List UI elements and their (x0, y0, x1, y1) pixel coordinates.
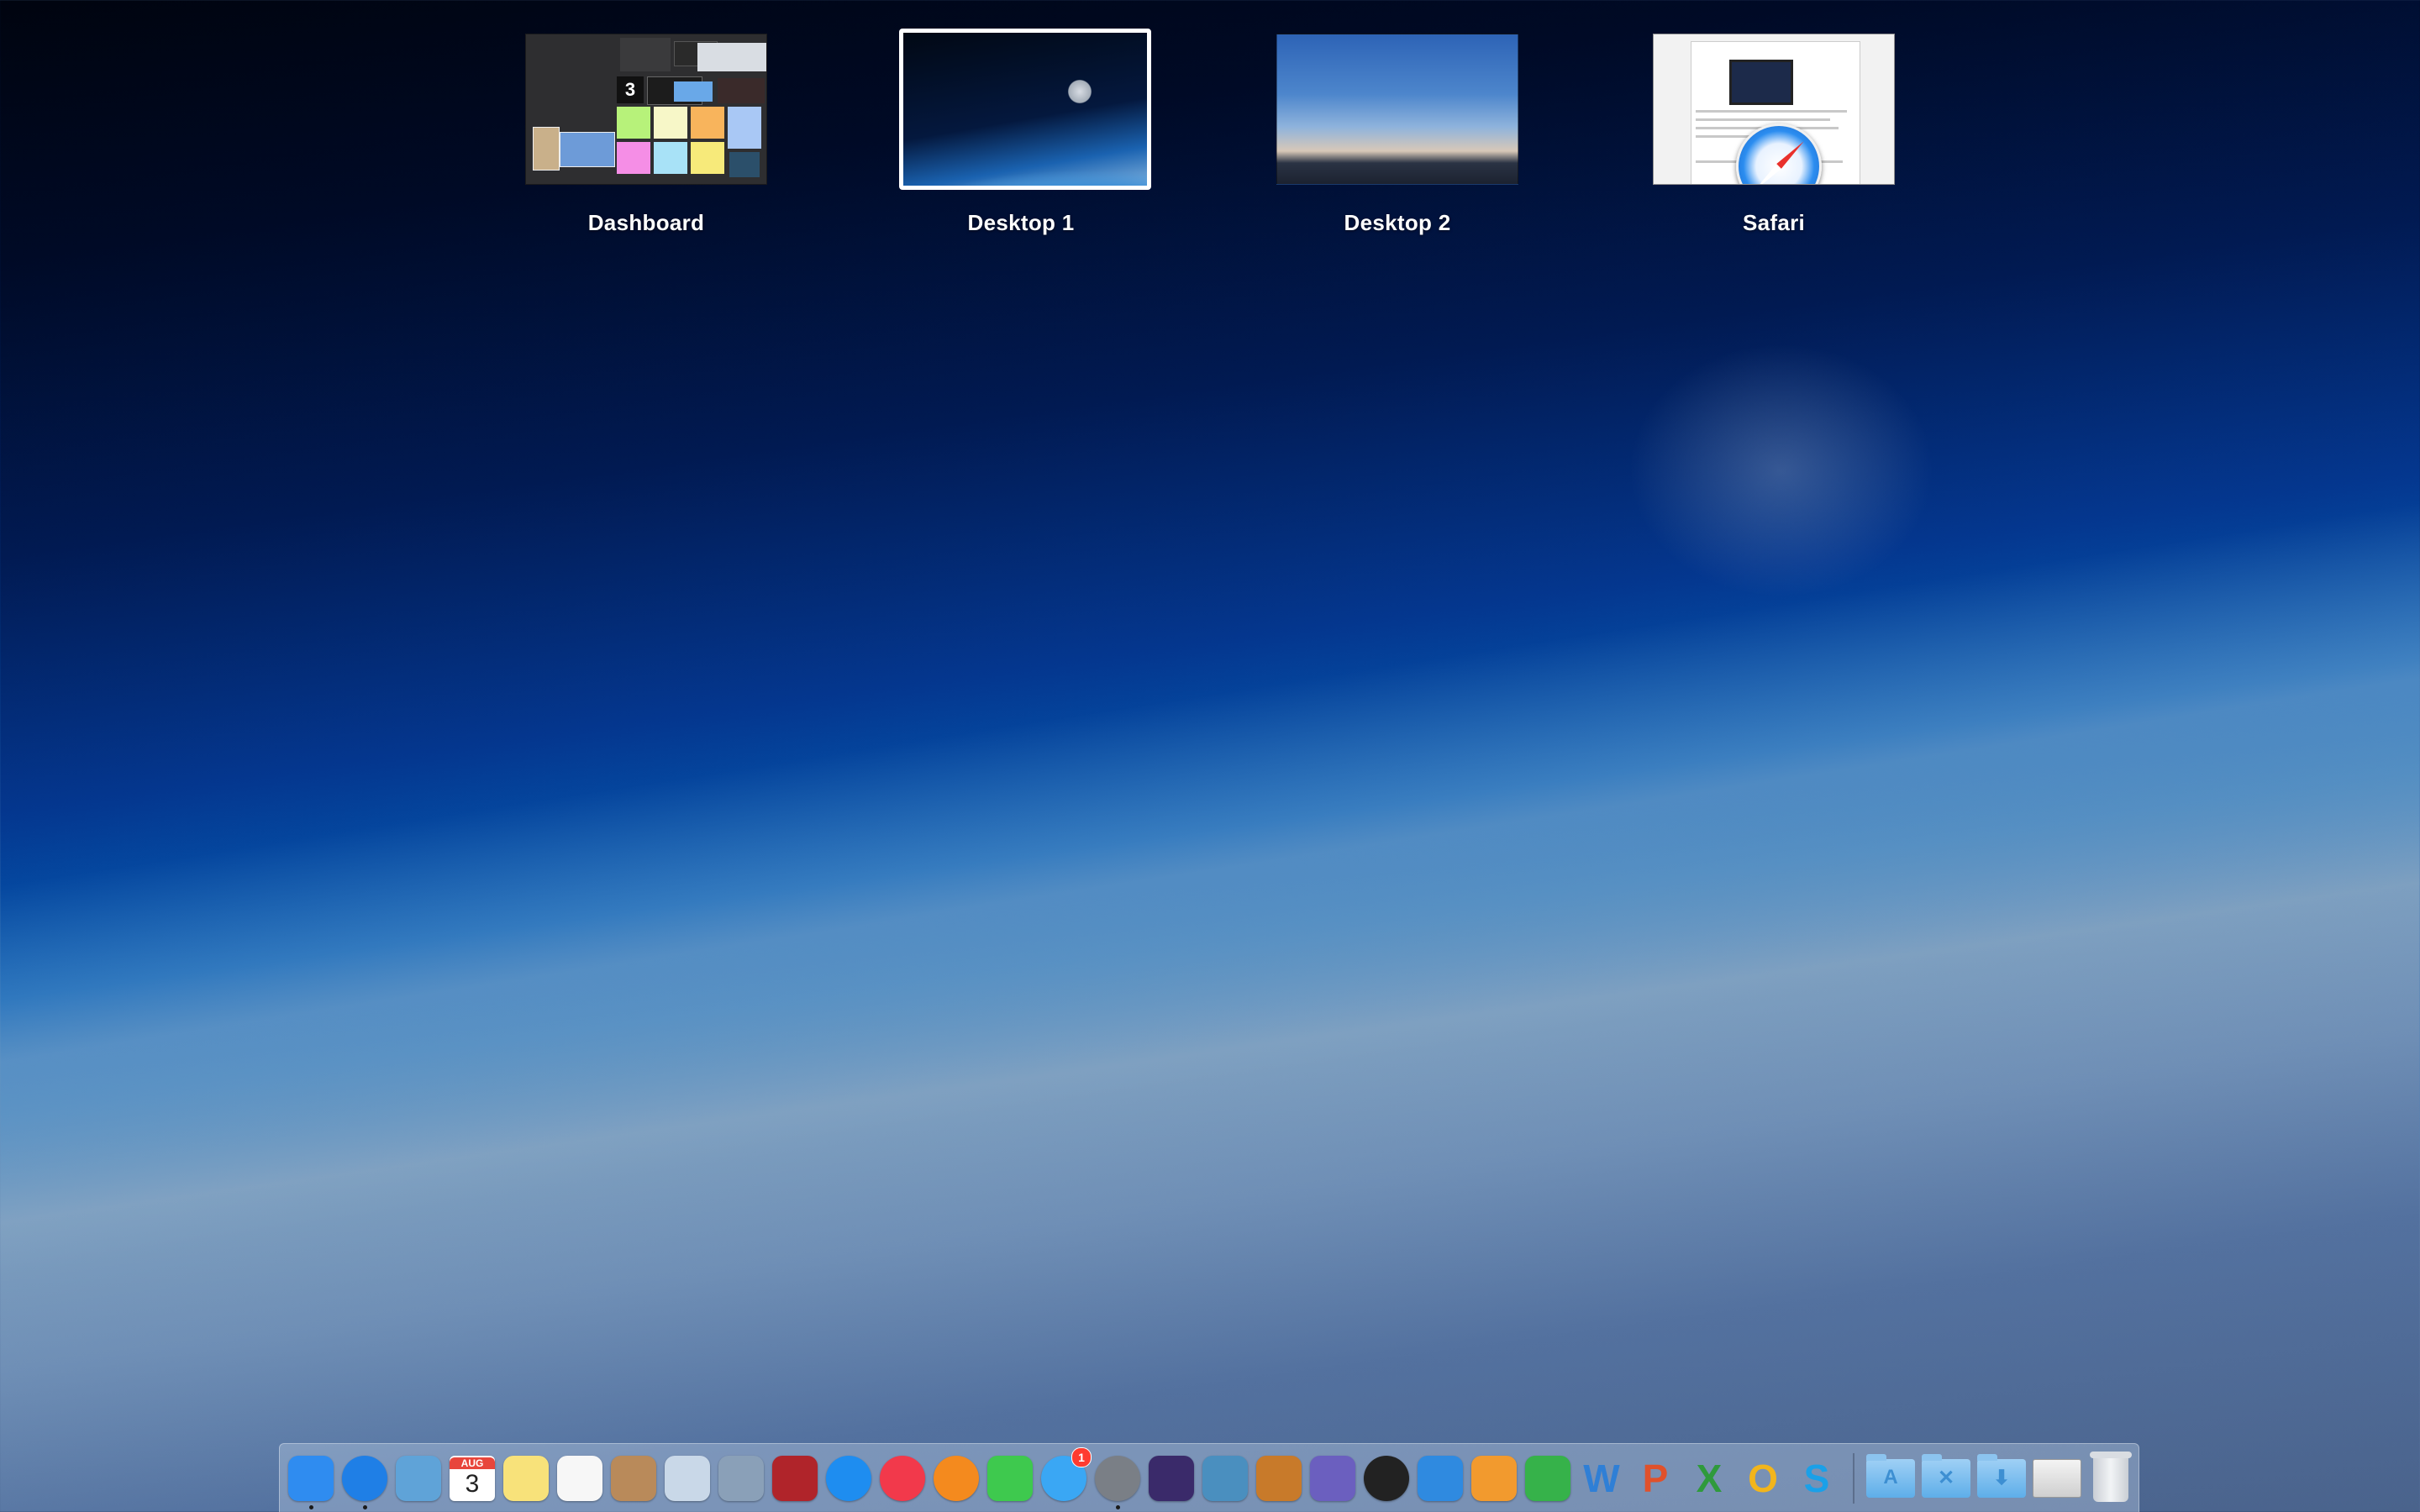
dock-icons: AUG 3 1 W P X O S A ✕ ⬇ (288, 1447, 2132, 1509)
desktop-2-thumbnail[interactable] (1276, 34, 1518, 185)
sticky-note (691, 142, 724, 174)
messages-icon[interactable]: 1 (1041, 1447, 1092, 1501)
mail-icon[interactable] (396, 1456, 441, 1501)
calendar-month: AUG (450, 1457, 495, 1469)
calendar-icon[interactable]: AUG 3 (450, 1456, 495, 1501)
dashboard-calendar-widget: 3 (617, 76, 644, 103)
sticky-note (617, 142, 650, 174)
aperture-icon[interactable] (1364, 1456, 1409, 1501)
skype-icon[interactable]: S (1794, 1456, 1839, 1501)
wallpaper-haze (0, 467, 2420, 1297)
folder-glyph: ✕ (1937, 1467, 1955, 1489)
garageband-icon[interactable] (1256, 1456, 1302, 1501)
space-label: Desktop 2 (1344, 210, 1451, 235)
finder-icon[interactable] (288, 1456, 334, 1509)
keynote-icon[interactable] (1418, 1456, 1463, 1501)
space-safari[interactable]: Safari (1652, 34, 1896, 236)
space-label: Desktop 1 (967, 210, 1075, 235)
powerpoint-icon[interactable]: P (1633, 1456, 1678, 1501)
folder-glyph: ⬇ (1992, 1467, 2011, 1489)
space-desktop-1[interactable]: Desktop 1 (899, 29, 1151, 236)
dashboard-thumbnail[interactable]: 3 (525, 34, 767, 185)
trash-icon[interactable] (2090, 1452, 2132, 1502)
desktop-1-thumbnail[interactable] (899, 29, 1151, 190)
space-label: Dashboard (587, 210, 705, 235)
running-indicator (1116, 1505, 1120, 1509)
folder-glyph: A (1883, 1466, 1898, 1488)
system-preferences-icon[interactable] (1095, 1456, 1140, 1509)
safari-icon[interactable] (342, 1456, 387, 1509)
iphoto-icon[interactable] (1202, 1456, 1248, 1501)
safari-thumbnail[interactable] (1653, 34, 1895, 185)
documents-stack-icon[interactable] (2033, 1459, 2081, 1498)
sticky-note (691, 107, 724, 139)
space-label: Safari (1742, 210, 1806, 235)
sticky-note (654, 107, 687, 139)
numbers-icon[interactable] (1525, 1456, 1570, 1501)
imovie-icon[interactable] (1149, 1456, 1194, 1501)
sticky-note (617, 107, 650, 139)
notification-badge: 1 (1071, 1447, 1092, 1467)
photo-booth-icon[interactable] (772, 1456, 818, 1501)
reminders-icon[interactable] (557, 1456, 602, 1501)
space-desktop-2[interactable]: Desktop 2 (1276, 34, 1519, 236)
app-store-icon[interactable] (826, 1456, 871, 1501)
dock: AUG 3 1 W P X O S A ✕ ⬇ (279, 1443, 2139, 1512)
ibooks-icon[interactable] (934, 1456, 979, 1501)
space-dashboard[interactable]: 3 Dashboard (524, 34, 768, 236)
image-capture-icon[interactable] (718, 1456, 764, 1501)
running-indicator (363, 1505, 367, 1509)
pages-icon[interactable] (1471, 1456, 1517, 1501)
calendar-day: 3 (465, 1470, 480, 1498)
contacts-icon[interactable] (611, 1456, 656, 1501)
outlook-icon[interactable]: O (1740, 1456, 1786, 1501)
mission-control-spaces-bar: 3 Dashboard Desktop 1 Desktop 2 Safari (0, 0, 2420, 252)
downloads-folder-icon[interactable]: ⬇ (1977, 1454, 2026, 1498)
calculator-widget (533, 127, 560, 171)
utilities-folder-icon[interactable]: ✕ (1922, 1454, 1970, 1498)
facetime-icon[interactable] (987, 1456, 1033, 1501)
dock-separator (1853, 1453, 1854, 1504)
running-indicator (309, 1505, 313, 1509)
word-icon[interactable]: W (1579, 1456, 1624, 1501)
excel-icon[interactable]: X (1686, 1456, 1732, 1501)
applications-folder-icon[interactable]: A (1866, 1454, 1915, 1498)
itunes-icon[interactable] (880, 1456, 925, 1501)
sticky-note (728, 107, 761, 149)
notes-icon[interactable] (503, 1456, 549, 1501)
preview-icon[interactable] (665, 1456, 710, 1501)
sticky-note (654, 142, 687, 174)
motion-icon[interactable] (1310, 1456, 1355, 1501)
